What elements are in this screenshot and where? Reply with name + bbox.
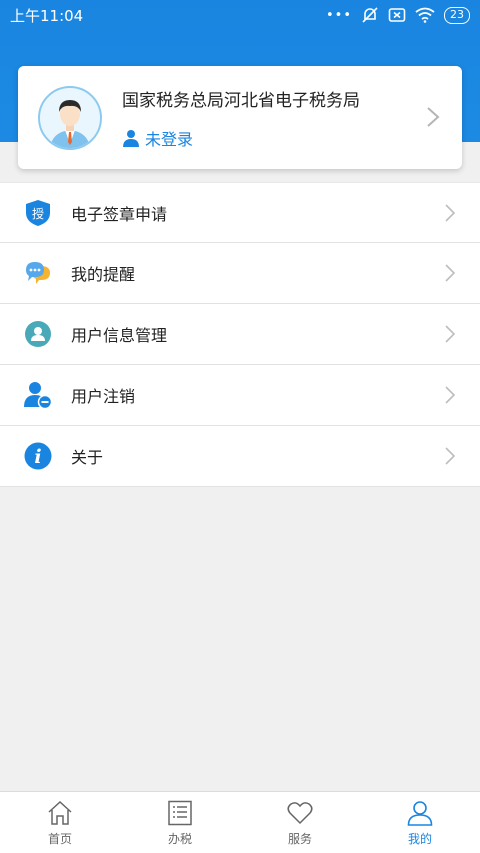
heart-icon <box>287 802 313 825</box>
status-bar: 上午11:04 ••• 23 <box>0 0 480 30</box>
menu-item-e-signature[interactable]: 授 电子签章申请 <box>0 182 480 243</box>
menu-item-about[interactable]: i 关于 <box>0 426 480 487</box>
list-icon <box>168 800 192 826</box>
chevron-right-icon <box>427 107 440 127</box>
user-remove-icon <box>24 382 52 409</box>
menu-item-label: 用户信息管理 <box>71 326 168 345</box>
wifi-icon <box>415 7 435 23</box>
user-info-icon <box>25 321 51 347</box>
menu-item-label: 我的提醒 <box>71 265 136 284</box>
status-time: 上午11:04 <box>10 6 84 25</box>
home-icon <box>48 800 72 825</box>
svg-text:i: i <box>34 446 41 468</box>
tab-label: 首页 <box>47 832 72 846</box>
svg-text:授: 授 <box>32 206 44 221</box>
more-dots-icon: ••• <box>325 7 352 23</box>
user-avatar-icon <box>50 100 90 148</box>
menu-list: 授 电子签章申请 我的提醒 用户信息管理 用户注销 i 关于 <box>0 182 480 487</box>
user-icon <box>123 130 139 147</box>
tab-label: 办税 <box>167 832 192 846</box>
tab-label: 我的 <box>407 832 432 846</box>
org-name: 国家税务总局河北省电子税务局 <box>122 91 360 111</box>
status-icons: ••• 23 <box>326 6 470 24</box>
tab-mine[interactable]: 我的 <box>360 792 480 853</box>
login-status-row[interactable]: 未登录 <box>122 126 193 150</box>
tab-home[interactable]: 首页 <box>0 792 120 853</box>
person-icon <box>407 801 433 826</box>
chat-bubble-icon <box>26 262 50 284</box>
menu-item-user-logout[interactable]: 用户注销 <box>0 365 480 426</box>
menu-item-user-info[interactable]: 用户信息管理 <box>0 304 480 365</box>
menu-item-my-reminders[interactable]: 我的提醒 <box>0 243 480 304</box>
menu-item-label: 电子签章申请 <box>71 204 168 224</box>
tab-services[interactable]: 服务 <box>240 792 360 853</box>
tab-tax[interactable]: 办税 <box>120 792 240 853</box>
sim-x-icon <box>388 8 406 22</box>
chevron-right-icon <box>445 204 455 222</box>
avatar <box>38 86 102 150</box>
alarm-off-icon <box>362 7 378 23</box>
chevron-right-icon <box>445 447 455 465</box>
menu-item-label: 用户注销 <box>71 387 136 406</box>
authorize-shield-icon: 授 <box>26 200 50 226</box>
login-status-label: 未登录 <box>145 130 194 149</box>
chevron-right-icon <box>445 325 455 343</box>
battery-indicator: 23 <box>444 6 470 24</box>
chevron-right-icon <box>445 264 455 282</box>
chevron-right-icon <box>445 386 455 404</box>
profile-card[interactable]: 国家税务总局河北省电子税务局 未登录 <box>18 66 462 169</box>
info-icon: i <box>24 442 52 470</box>
tab-label: 服务 <box>287 832 312 846</box>
menu-item-label: 关于 <box>71 448 104 467</box>
bottom-tab-bar: 首页 办税 服务 我的 <box>0 791 480 853</box>
